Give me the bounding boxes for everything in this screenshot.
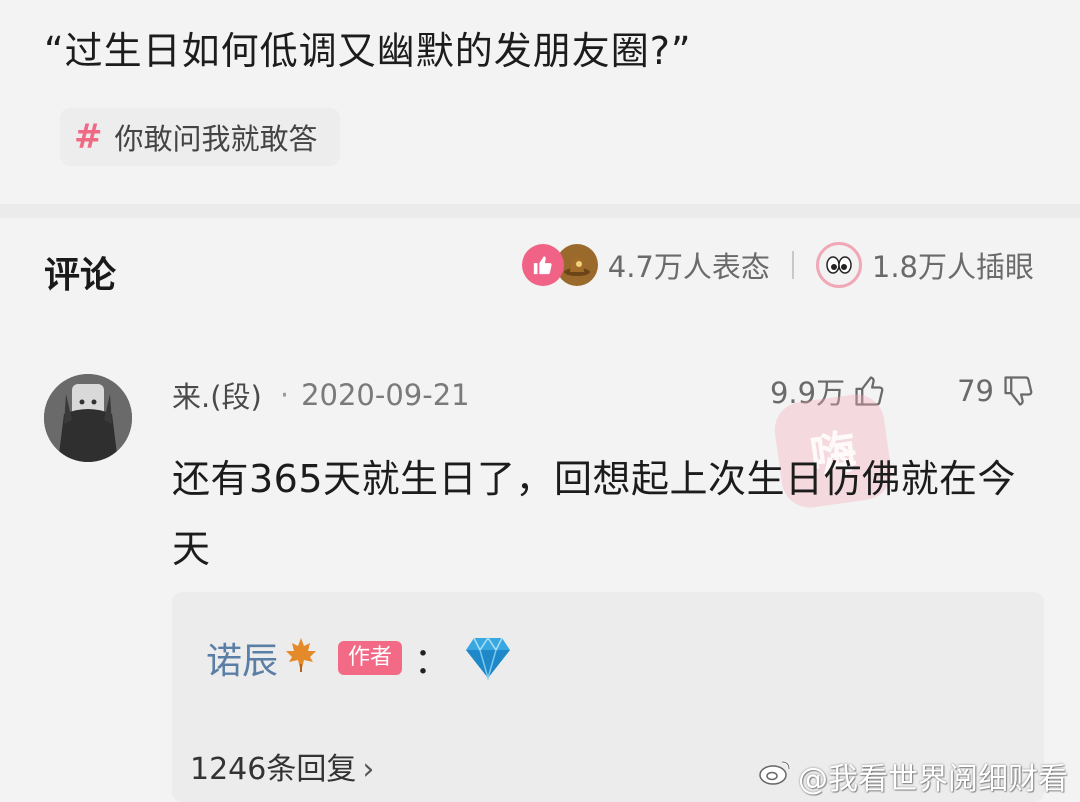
reaction-summary[interactable]: 4.7万人表态 1.8万人插眼 xyxy=(521,242,1034,288)
topic-label: 你敢问我就敢答 xyxy=(114,122,318,156)
eye-group[interactable]: 1.8万人插眼 xyxy=(815,242,1034,288)
thumbs-down-outline-icon xyxy=(1004,376,1033,406)
maple-leaf-icon xyxy=(284,636,318,681)
hashtag-icon: # xyxy=(74,117,103,157)
comment-username[interactable]: 来.(段) xyxy=(172,374,262,416)
thumbs-up-icon xyxy=(521,244,564,286)
diamond-icon xyxy=(464,636,512,680)
reply-line: 诺辰 作者 ： xyxy=(206,632,512,684)
reply-count: 1246条回复 xyxy=(190,752,357,787)
reaction-group[interactable]: 4.7万人表态 xyxy=(521,244,770,286)
avatar[interactable] xyxy=(44,374,132,462)
author-badge: 作者 xyxy=(338,641,403,675)
watermark-text: @我看世界阅细财看 xyxy=(798,762,1068,797)
chevron-right-icon: › xyxy=(362,752,375,787)
eye-count: 1.8万人插眼 xyxy=(871,250,1034,284)
dislike-count: 79 xyxy=(957,374,994,408)
reactions-count: 4.7万人表态 xyxy=(607,250,770,284)
reply-count-link[interactable]: 1246条回复 › xyxy=(190,744,374,788)
weibo-logo-icon xyxy=(758,758,792,794)
reply-author-name[interactable]: 诺辰 xyxy=(206,632,278,684)
section-divider xyxy=(0,204,1080,218)
comment-text: 还有365天就生日了，回想起上次生日仿佛就在今天 xyxy=(172,457,1017,571)
dislike-button[interactable] xyxy=(1002,374,1036,408)
comments-heading: 评论 xyxy=(44,255,117,296)
reply-colon: ： xyxy=(414,641,451,682)
reaction-divider xyxy=(791,251,794,279)
eyes-icon xyxy=(815,242,862,288)
page: “过生日如何低调又幽默的发朋友圈?” # 你敢问我就敢答 评论 4.7万人表态 … xyxy=(0,0,1080,802)
comment-date: 2020-09-21 xyxy=(301,378,470,412)
weibo-watermark: @我看世界阅细财看 xyxy=(758,754,1068,798)
question-title: “过生日如何低调又幽默的发朋友圈?” xyxy=(44,29,692,73)
comment-meta: 来.(段) · 2020-09-21 xyxy=(172,374,470,416)
topic-chip[interactable]: # 你敢问我就敢答 xyxy=(60,108,340,166)
meta-dot: · xyxy=(279,378,290,412)
